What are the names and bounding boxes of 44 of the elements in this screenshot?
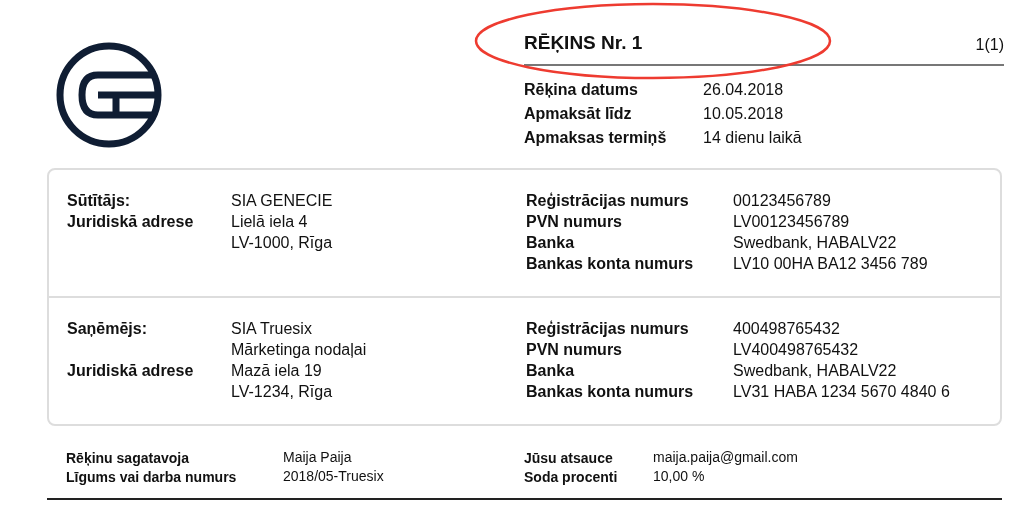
field-label: Rēķinu sagatavoja (66, 449, 189, 466)
field-value: Maija Paija (283, 448, 352, 467)
field-value: LV-1000, Rīga (231, 232, 333, 253)
field-label: Saņēmējs: (67, 319, 148, 337)
field-label: Reģistrācijas numurs (526, 319, 689, 337)
field-label: Bankas konta numurs (526, 382, 694, 400)
field-value: Mārketinga nodaļai (231, 339, 367, 360)
field-label: Banka (526, 361, 575, 379)
field-label: PVN numurs (526, 212, 622, 230)
field-value: LV00123456789 (733, 211, 850, 232)
field-value: 10.05.2018 (703, 104, 784, 124)
field-label: Līgums vai darba numurs (66, 468, 237, 485)
field-value: 400498765432 (733, 318, 840, 339)
field-value: SIA GENECIE (231, 190, 333, 211)
field-label: Jūsu atsauce (524, 449, 613, 466)
invoice-title: RĒĶINS Nr. 1 (524, 32, 643, 54)
logo-icon (56, 42, 162, 148)
field-label: Juridiskā adrese (67, 212, 194, 230)
field-value: LV400498765432 (733, 339, 859, 360)
field-value: 2018/05-Truesix (283, 467, 384, 486)
field-label: Apmaksāt līdz (524, 105, 632, 122)
field-label: Sūtītājs: (67, 191, 131, 209)
field-label: Reģistrācijas numurs (526, 191, 689, 209)
field-label: Soda procenti (524, 468, 618, 485)
field-label: Rēķina datums (524, 81, 638, 98)
field-value: Swedbank, HABALV22 (733, 360, 897, 381)
field-value: Lielā iela 4 (231, 211, 308, 232)
field-label: PVN numurs (526, 340, 622, 358)
field-value: SIA Truesix (231, 318, 312, 339)
field-label: Apmaksas termiņš (524, 129, 667, 146)
field-value: 26.04.2018 (703, 80, 784, 100)
field-value: 14 dienu laikā (703, 128, 802, 148)
field-value: Mazā iela 19 (231, 360, 322, 381)
field-label: Bankas konta numurs (526, 254, 694, 272)
field-value: Swedbank, HABALV22 (733, 232, 897, 253)
field-value: 10,00 % (653, 467, 705, 486)
field-label: Juridiskā adrese (67, 361, 194, 379)
field-value: LV31 HABA 1234 5670 4840 6 (733, 381, 950, 402)
field-value: 00123456789 (733, 190, 831, 211)
field-value: LV10 00HA BA12 3456 789 (733, 253, 928, 274)
field-value: maija.paija@gmail.com (653, 448, 798, 467)
page-number: 1(1) (975, 36, 1004, 54)
field-value: LV-1234, Rīga (231, 381, 333, 402)
field-label: Banka (526, 233, 575, 251)
